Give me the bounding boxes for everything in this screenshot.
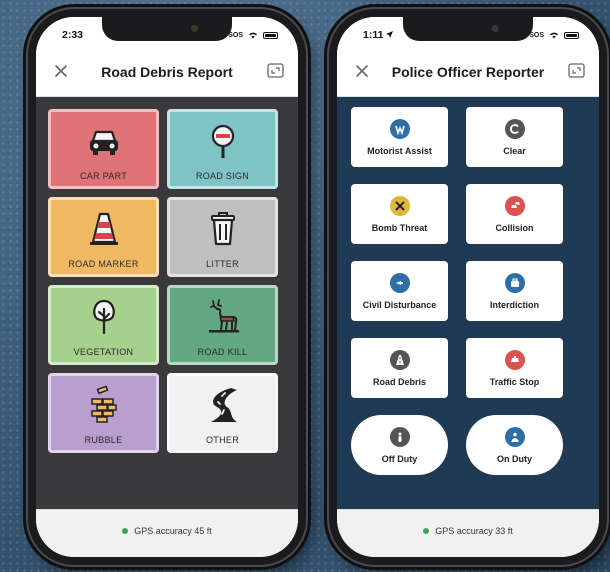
tile-rubble[interactable]: RUBBLE (48, 373, 159, 453)
clear-icon (504, 118, 525, 139)
traffic-stop-icon (504, 349, 525, 370)
deer-icon (208, 299, 239, 333)
gps-footer: GPS accuracy 33 ft (337, 509, 599, 557)
action-grid-area: Motorist Assist Clear Bomb Threat Collis… (337, 97, 599, 509)
button-label: Civil Disturbance (362, 299, 437, 310)
action-grid: Motorist Assist Clear Bomb Threat Collis… (351, 107, 589, 475)
button-label: Motorist Assist (367, 145, 432, 156)
tile-car-part[interactable]: CAR PART (48, 109, 159, 189)
no-entry-sign-icon (211, 124, 234, 158)
status-indicators: SOS (228, 31, 278, 39)
tile-label: OTHER (206, 435, 239, 445)
car-icon (89, 130, 118, 155)
gps-accuracy: GPS accuracy 33 ft (435, 525, 513, 536)
road-icon (210, 388, 237, 422)
wifi-icon (550, 32, 558, 39)
gps-footer: GPS accuracy 45 ft (36, 509, 298, 557)
bricks-icon (90, 385, 117, 423)
tile-other[interactable]: OTHER (167, 373, 278, 453)
status-indicators: SOS (529, 31, 579, 39)
phone-road-debris: 2:33 SOS Road Debris Report CAR PART ROA… (28, 9, 306, 565)
tile-label: ROAD SIGN (195, 171, 250, 181)
gps-status-dot (423, 527, 430, 534)
tile-litter[interactable]: LITTER (167, 197, 278, 277)
sos-label: SOS (228, 31, 243, 39)
battery-icon (263, 31, 278, 39)
traffic-cone-icon (89, 212, 118, 245)
screen: 2:33 SOS Road Debris Report CAR PART ROA… (36, 17, 298, 557)
notch (102, 17, 232, 41)
battery-icon (564, 31, 579, 39)
bomb-threat-icon (389, 195, 410, 216)
off-duty-button[interactable]: Off Duty (351, 415, 448, 475)
bomb-threat-button[interactable]: Bomb Threat (351, 184, 448, 244)
off-duty-icon (389, 426, 410, 447)
interdiction-icon (504, 272, 525, 293)
close-icon[interactable] (52, 62, 70, 80)
collision-icon (504, 195, 525, 216)
collision-button[interactable]: Collision (466, 184, 563, 244)
tile-label: RUBBLE (84, 435, 123, 445)
wifi-icon (249, 32, 257, 39)
tile-label: VEGETATION (73, 347, 134, 357)
tile-road-sign[interactable]: ROAD SIGN (167, 109, 278, 189)
close-icon[interactable] (353, 62, 371, 80)
road-debris-icon (389, 349, 410, 370)
expand-icon[interactable] (568, 63, 585, 78)
app-header: Road Debris Report (36, 47, 298, 97)
tile-road-marker[interactable]: ROAD MARKER (48, 197, 159, 277)
clear-button[interactable]: Clear (466, 107, 563, 167)
category-grid-area: CAR PART ROAD SIGN ROAD MARKER LITTER VE… (36, 97, 298, 509)
sos-label: SOS (529, 31, 544, 39)
motorist-assist-button[interactable]: Motorist Assist (351, 107, 448, 167)
traffic-stop-button[interactable]: Traffic Stop (466, 338, 563, 398)
tile-label: ROAD MARKER (68, 259, 139, 269)
page-title: Police Officer Reporter (391, 63, 545, 80)
button-label: Road Debris (372, 376, 426, 387)
button-label: On Duty (497, 453, 532, 464)
button-label: Clear (503, 145, 526, 156)
button-label: Off Duty (381, 453, 418, 464)
notch (403, 17, 533, 41)
interdiction-button[interactable]: Interdiction (466, 261, 563, 321)
screen: 1:11 SOS Police Officer Reporter Motoris… (337, 17, 599, 557)
app-header: Police Officer Reporter (337, 47, 599, 97)
phone-police-reporter: 1:11 SOS Police Officer Reporter Motoris… (329, 9, 607, 565)
gps-accuracy: GPS accuracy 45 ft (134, 525, 212, 536)
page-title: Road Debris Report (101, 63, 233, 80)
road-debris-button[interactable]: Road Debris (351, 338, 448, 398)
tile-label: LITTER (206, 259, 239, 269)
status-time: 1:11 (363, 29, 394, 41)
status-time: 2:33 (62, 29, 84, 41)
tile-vegetation[interactable]: VEGETATION (48, 285, 159, 365)
button-label: Interdiction (490, 299, 539, 310)
tile-label: ROAD KILL (197, 347, 248, 357)
button-label: Traffic Stop (489, 376, 540, 387)
civil-disturbance-button[interactable]: Civil Disturbance (351, 261, 448, 321)
button-label: Collision (495, 222, 534, 233)
on-duty-icon (504, 426, 525, 447)
expand-icon[interactable] (267, 63, 284, 78)
motorist-assist-icon (389, 118, 410, 139)
on-duty-button[interactable]: On Duty (466, 415, 563, 475)
tile-label: CAR PART (79, 171, 128, 181)
location-arrow-icon (386, 31, 394, 38)
civil-disturbance-icon (389, 272, 410, 293)
trash-can-icon (210, 212, 235, 246)
tile-road-kill[interactable]: ROAD KILL (167, 285, 278, 365)
gps-status-dot (122, 527, 129, 534)
button-label: Bomb Threat (371, 222, 428, 233)
category-grid: CAR PART ROAD SIGN ROAD MARKER LITTER VE… (48, 109, 288, 453)
tree-icon (92, 299, 115, 335)
